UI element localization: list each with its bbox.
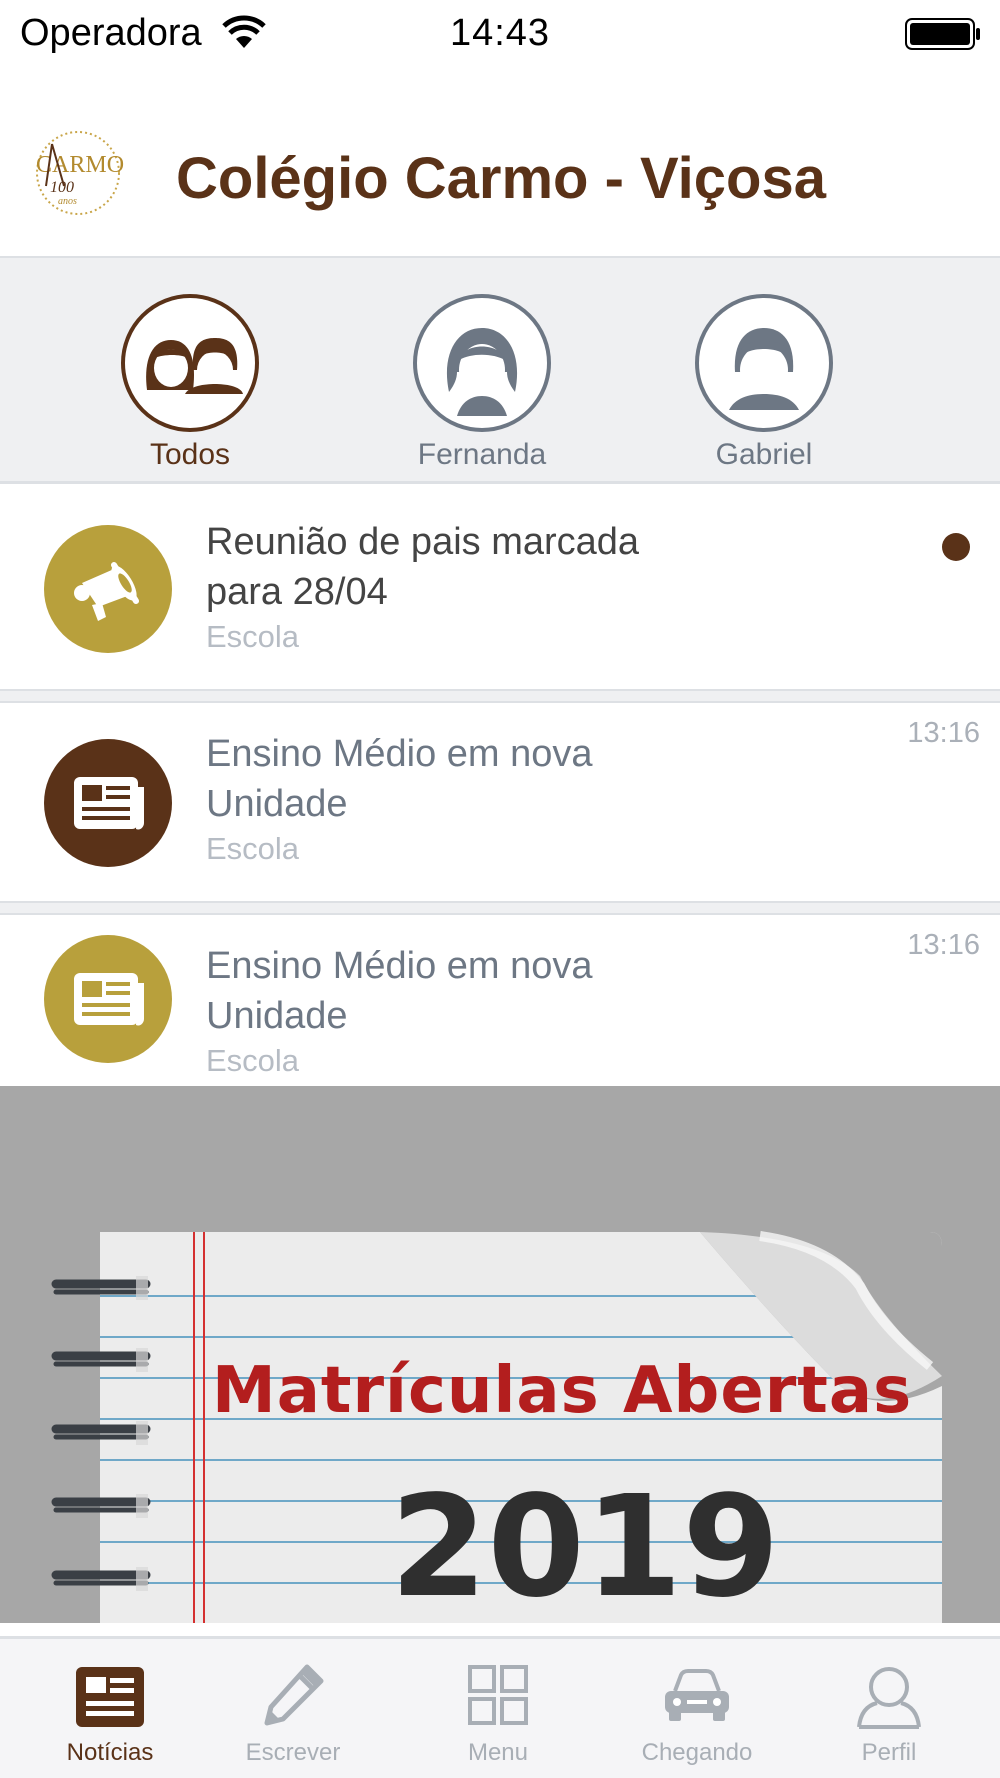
unread-indicator bbox=[942, 533, 970, 561]
tab-noticias[interactable]: Notícias bbox=[10, 1639, 210, 1778]
clock: 14:43 bbox=[449, 12, 551, 54]
avatar bbox=[413, 294, 551, 432]
profile-label: Fernanda bbox=[417, 438, 547, 471]
battery-icon bbox=[905, 18, 980, 50]
app-header: CARMO 100 anos Colégio Carmo - Viçosa bbox=[0, 70, 1000, 258]
divider bbox=[0, 691, 1000, 703]
feed-item[interactable]: Ensino Médio em nova Unidade Escola 13:1… bbox=[0, 705, 1000, 903]
girl-avatar-icon bbox=[446, 328, 518, 416]
boy-avatar-icon bbox=[729, 328, 799, 410]
tab-label: Chegando bbox=[641, 1739, 753, 1766]
newspaper-icon bbox=[76, 1667, 144, 1727]
status-bar: Operadora 14:43 bbox=[0, 0, 1000, 70]
person-icon bbox=[857, 1667, 921, 1729]
tab-chegando[interactable]: Chegando bbox=[597, 1639, 797, 1778]
avatar bbox=[695, 294, 833, 432]
carmo-logo-icon: CARMO 100 anos bbox=[36, 131, 124, 215]
feed-time: 13:16 bbox=[907, 717, 980, 749]
newspaper-icon bbox=[44, 739, 172, 867]
car-icon bbox=[665, 1669, 729, 1721]
feed-source: Escola bbox=[206, 619, 300, 654]
tab-label: Notícias bbox=[66, 1739, 154, 1766]
feed-title: Ensino Médio em nova Unidade bbox=[206, 733, 593, 825]
feed-item[interactable]: Ensino Médio em nova Unidade Escola 13:1… bbox=[0, 917, 1000, 1087]
svg-text:100: 100 bbox=[50, 179, 74, 196]
profile-fernanda[interactable]: Fernanda bbox=[392, 294, 572, 472]
feed-item[interactable]: Reunião de pais marcada para 28/04 Escol… bbox=[0, 487, 1000, 691]
tab-bar: Notícias Escrever Menu Chegando Perfil bbox=[0, 1636, 1000, 1778]
avatar bbox=[121, 294, 259, 432]
feed-title: Reunião de pais marcada para 28/04 bbox=[206, 521, 640, 613]
tab-menu[interactable]: Menu bbox=[398, 1639, 598, 1778]
profile-gabriel[interactable]: Gabriel bbox=[674, 294, 854, 472]
profile-label: Gabriel bbox=[715, 438, 813, 471]
two-children-icon bbox=[146, 338, 243, 394]
grid-icon bbox=[468, 1665, 528, 1725]
tab-perfil[interactable]: Perfil bbox=[789, 1639, 989, 1778]
feed-source: Escola bbox=[206, 1043, 300, 1078]
megaphone-icon bbox=[44, 525, 172, 653]
feed-source: Escola bbox=[206, 831, 300, 866]
svg-text:anos: anos bbox=[58, 196, 77, 207]
pencil-icon bbox=[264, 1664, 324, 1726]
profile-label: Todos bbox=[149, 438, 231, 471]
page-title: Colégio Carmo - Viçosa bbox=[176, 146, 826, 211]
tab-label: Escrever bbox=[245, 1739, 341, 1766]
banner-year: 2019 bbox=[390, 1466, 780, 1623]
tab-escrever[interactable]: Escrever bbox=[193, 1639, 393, 1778]
divider bbox=[0, 903, 1000, 915]
tab-label: Perfil bbox=[861, 1739, 917, 1766]
profile-selector: Todos Fernanda Gabriel bbox=[0, 258, 1000, 484]
feed-time: 13:16 bbox=[907, 929, 980, 961]
banner-title: Matrículas Abertas bbox=[212, 1354, 913, 1428]
profile-todos[interactable]: Todos bbox=[100, 294, 280, 472]
feed-title: Ensino Médio em nova Unidade bbox=[206, 945, 593, 1037]
enrollment-banner[interactable]: Matrículas Abertas 2019 bbox=[0, 1086, 1000, 1623]
newspaper-icon bbox=[44, 935, 172, 1063]
tab-label: Menu bbox=[467, 1739, 529, 1766]
